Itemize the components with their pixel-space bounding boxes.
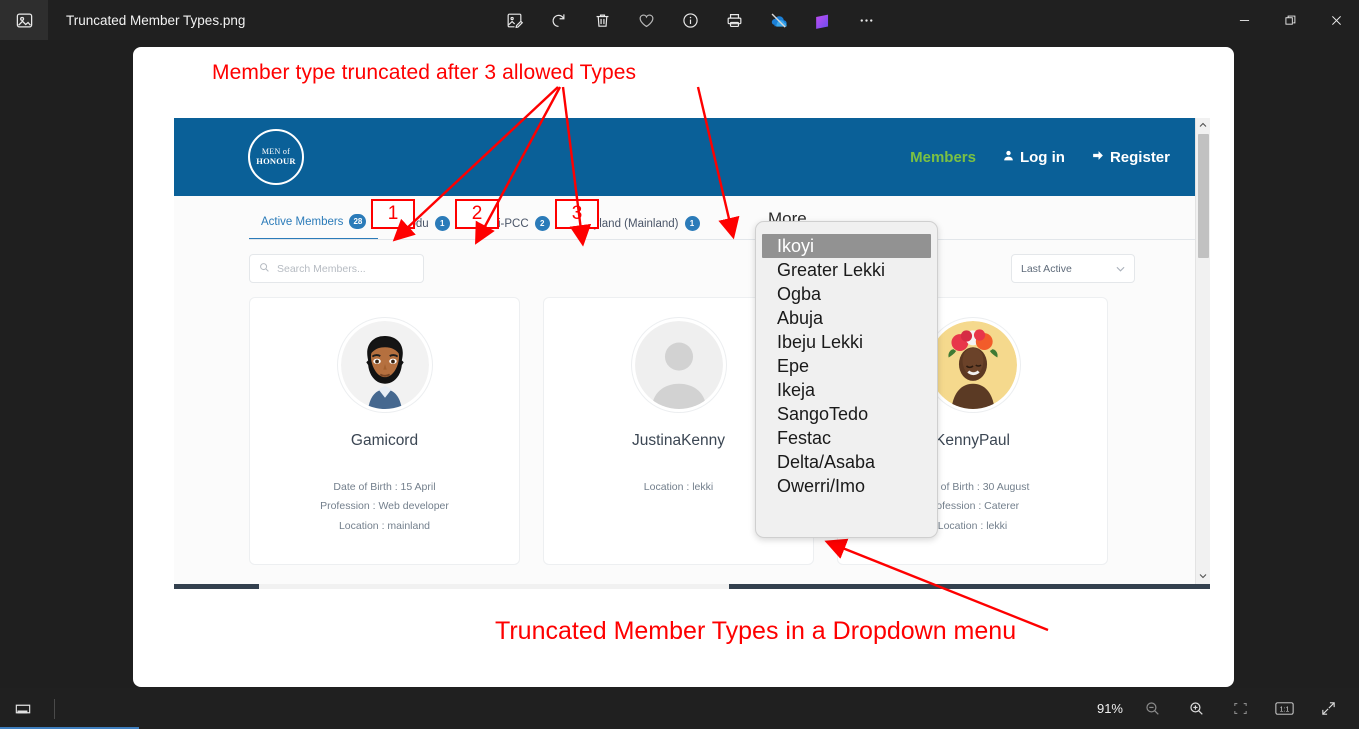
tab-active-members-label: Active Members xyxy=(261,215,344,228)
dropdown-item-delta-asaba[interactable]: Delta/Asaba xyxy=(756,450,937,474)
sign-in-icon xyxy=(1091,149,1105,166)
filmstrip-toggle-icon[interactable] xyxy=(8,695,38,723)
tab-lekki-pcc-count: 2 xyxy=(534,216,550,231)
nav-members-label: Members xyxy=(910,148,976,166)
info-icon[interactable] xyxy=(676,6,704,34)
nav-register[interactable]: Register xyxy=(1091,149,1170,166)
logo-line-2: HONOUR xyxy=(256,155,296,166)
scrollbar-thumb[interactable] xyxy=(1197,134,1209,258)
website-screenshot: MEN of HONOUR Members Log in Register Ac… xyxy=(174,118,1210,584)
dropdown-item-owerri-imo[interactable]: Owerri/Imo xyxy=(756,474,937,498)
rotate-icon[interactable] xyxy=(544,6,572,34)
member-dob: Date of Birth : 15 April xyxy=(333,481,436,493)
fit-to-window-button[interactable] xyxy=(1225,695,1255,723)
search-input[interactable]: Search Members... xyxy=(249,254,424,283)
tabs-underline xyxy=(249,239,1210,240)
dropdown-item-sangotedo[interactable]: SangoTedo xyxy=(756,402,937,426)
user-icon xyxy=(1002,149,1015,166)
svg-text:1:1: 1:1 xyxy=(1279,706,1289,713)
minimize-button[interactable] xyxy=(1221,0,1267,40)
nav-login-label: Log in xyxy=(1019,148,1065,166)
nav-login[interactable]: Log in xyxy=(1002,149,1065,166)
photos-app-window: Truncated Member Types.png Member type t… xyxy=(0,0,1359,729)
dropdown-item-ikoyi[interactable]: Ikoyi xyxy=(762,234,931,258)
dropdown-item-ogba[interactable]: Ogba xyxy=(756,282,937,306)
member-type-dropdown-menu[interactable]: Ikoyi Greater Lekki Ogba Abuja Ibeju Lek… xyxy=(755,221,938,538)
tab-ikorodu-count: 1 xyxy=(434,216,450,231)
zoom-level-label: 91% xyxy=(1096,701,1123,716)
scroll-up-icon[interactable] xyxy=(1199,118,1207,133)
site-nav: Members Log in Register xyxy=(910,149,1188,166)
member-name: KennyPaul xyxy=(935,432,1010,449)
avatar xyxy=(337,318,432,412)
site-logo[interactable]: MEN of HONOUR xyxy=(248,129,304,185)
annotation-box-1: 1 xyxy=(371,199,415,229)
image-viewport[interactable]: Member type truncated after 3 allowed Ty… xyxy=(133,47,1234,687)
dropdown-item-ibeju-lekki[interactable]: Ibeju Lekki xyxy=(756,330,937,354)
sort-select[interactable]: Last Active xyxy=(1011,254,1135,283)
avatar xyxy=(925,318,1020,412)
tab-active-members-count: 28 xyxy=(349,214,367,229)
hscroll-segment[interactable] xyxy=(174,584,259,589)
file-title: Truncated Member Types.png xyxy=(66,12,246,28)
dropdown-item-ikeja[interactable]: Ikeja xyxy=(756,378,937,402)
site-body: Active Members 28 Ikorodu 1 Lekki-PCC 2 … xyxy=(174,196,1210,584)
member-type-tabs: Active Members 28 Ikorodu 1 Lekki-PCC 2 … xyxy=(174,196,1210,240)
restore-button[interactable] xyxy=(1267,0,1313,40)
statusbar: 91% 1:1 xyxy=(0,688,1359,729)
member-location: Location : mainland xyxy=(338,519,431,532)
member-card-grid: Gamicord Date of Birth : 15 April Profes… xyxy=(174,283,1210,565)
search-placeholder: Search Members... xyxy=(277,262,366,275)
window-controls xyxy=(1221,0,1359,40)
member-toolbar: Search Members... Last Active xyxy=(174,240,1210,283)
member-location: Location : lekki xyxy=(643,481,714,493)
delete-icon[interactable] xyxy=(588,6,616,34)
site-scrollbar[interactable] xyxy=(1195,118,1210,584)
member-meta: Location : lekki xyxy=(644,478,713,497)
favorite-heart-icon[interactable] xyxy=(632,6,660,34)
annotation-bottom-text: Truncated Member Types in a Dropdown men… xyxy=(495,617,1017,645)
chevron-down-icon xyxy=(1116,264,1125,274)
fullscreen-button[interactable] xyxy=(1313,695,1343,723)
scroll-down-icon[interactable] xyxy=(1199,569,1207,584)
site-horizontal-scrollbar[interactable] xyxy=(174,584,1210,589)
member-profession: Profession : Web developer xyxy=(320,500,449,513)
statusbar-divider xyxy=(54,698,55,719)
tab-maryland-count: 1 xyxy=(684,216,700,231)
close-button[interactable] xyxy=(1313,0,1359,40)
nav-members[interactable]: Members xyxy=(910,149,976,166)
search-icon xyxy=(259,260,270,278)
onedrive-off-icon[interactable] xyxy=(764,6,792,34)
hscroll-thumb[interactable] xyxy=(729,584,1210,589)
edit-image-icon[interactable] xyxy=(500,6,528,34)
image-toolbar xyxy=(500,0,880,40)
member-meta: Date of Birth : 15 April Profession : We… xyxy=(320,478,449,536)
site-header: MEN of HONOUR Members Log in Register xyxy=(174,118,1210,196)
print-icon[interactable] xyxy=(720,6,748,34)
member-card[interactable]: Gamicord Date of Birth : 15 April Profes… xyxy=(249,297,520,565)
avatar xyxy=(631,318,726,412)
photos-app-icon xyxy=(0,0,48,40)
member-name: JustinaKenny xyxy=(631,432,726,449)
actual-size-button[interactable]: 1:1 xyxy=(1269,695,1299,723)
annotation-top-text: Member type truncated after 3 allowed Ty… xyxy=(212,61,637,84)
titlebar: Truncated Member Types.png xyxy=(0,0,1359,40)
zoom-out-button[interactable] xyxy=(1137,695,1167,723)
sort-select-value: Last Active xyxy=(1021,262,1072,275)
tab-active-members[interactable]: Active Members 28 xyxy=(249,214,379,240)
zoom-in-button[interactable] xyxy=(1181,695,1211,723)
annotation-box-2: 2 xyxy=(455,199,499,229)
clipchamp-icon[interactable] xyxy=(808,6,836,34)
dropdown-item-greater-lekki[interactable]: Greater Lekki xyxy=(756,258,937,282)
more-options-icon[interactable] xyxy=(852,6,880,34)
dropdown-item-abuja[interactable]: Abuja xyxy=(756,306,937,330)
dropdown-item-festac[interactable]: Festac xyxy=(756,426,937,450)
annotation-box-3: 3 xyxy=(555,199,599,229)
dropdown-item-epe[interactable]: Epe xyxy=(756,354,937,378)
member-name: Gamicord xyxy=(350,432,419,449)
nav-register-label: Register xyxy=(1109,148,1170,166)
